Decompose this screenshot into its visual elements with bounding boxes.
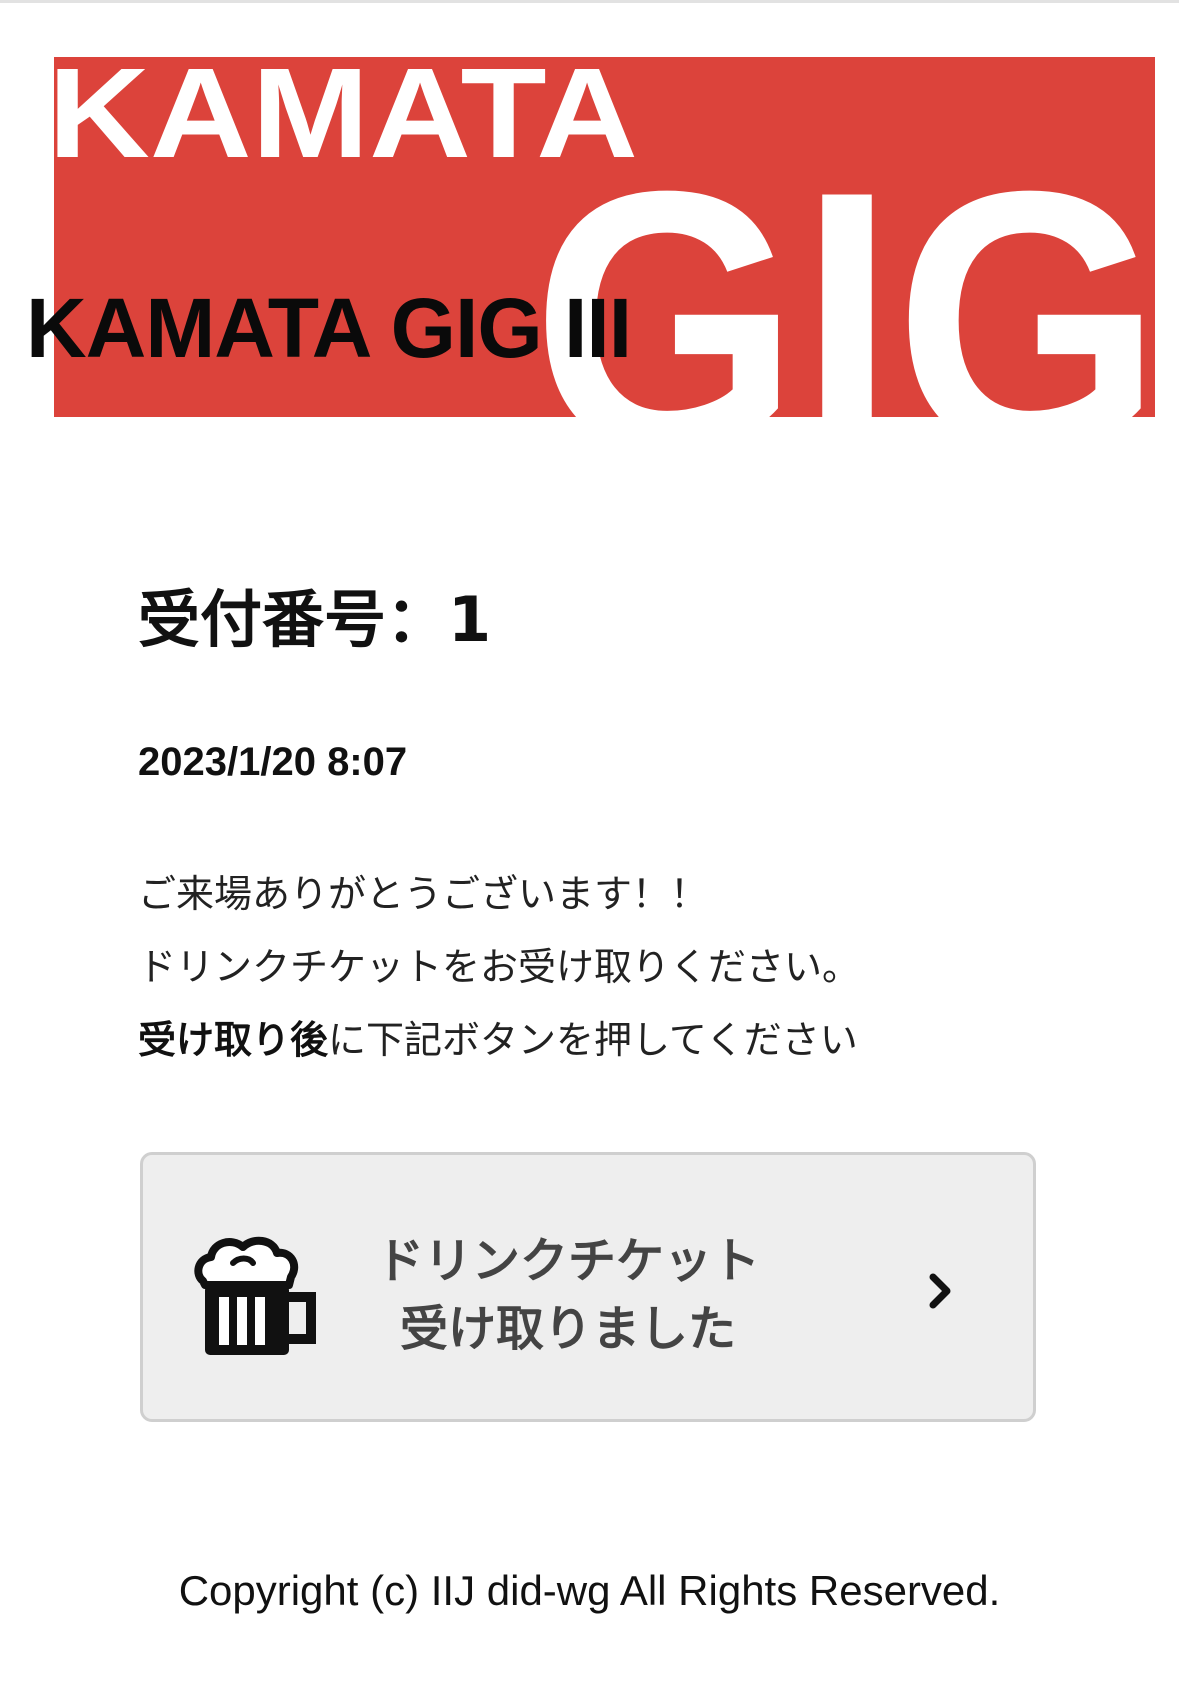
drink-ticket-received-button[interactable]: ドリンクチケット 受け取りました (140, 1152, 1036, 1422)
chevron-right-icon (929, 1273, 951, 1309)
event-title: KAMATA GIG III (26, 281, 632, 375)
message-line-thanks: ご来場ありがとうございます！！ (138, 872, 709, 916)
drink-button-label-line2: 受け取りました (399, 1301, 736, 1357)
receipt-datetime: 2023/1/20 8:07 (138, 740, 408, 784)
message-line-rest: に下記ボタンを押してください (328, 1018, 858, 1062)
receipt-number: 受付番号：1 (138, 583, 492, 656)
message-line-press-button: 受け取り後に下記ボタンを押してください (138, 1004, 860, 1077)
copyright-footer: Copyright (c) IIJ did-wg All Rights Rese… (178, 1567, 1001, 1614)
welcome-message: ご来場ありがとうございます！！ ドリンクチケットをお受け取りください。 受け取り… (138, 858, 860, 1077)
message-emphasis: 受け取り後 (138, 1018, 329, 1062)
message-line-instruction: ドリンクチケットをお受け取りください。 (138, 945, 861, 989)
drink-button-label: ドリンクチケット 受け取りました (353, 1227, 783, 1363)
drink-button-label-line1: ドリンクチケット (375, 1233, 760, 1289)
beer-mug-icon (194, 1236, 316, 1355)
top-divider (0, 0, 1179, 3)
